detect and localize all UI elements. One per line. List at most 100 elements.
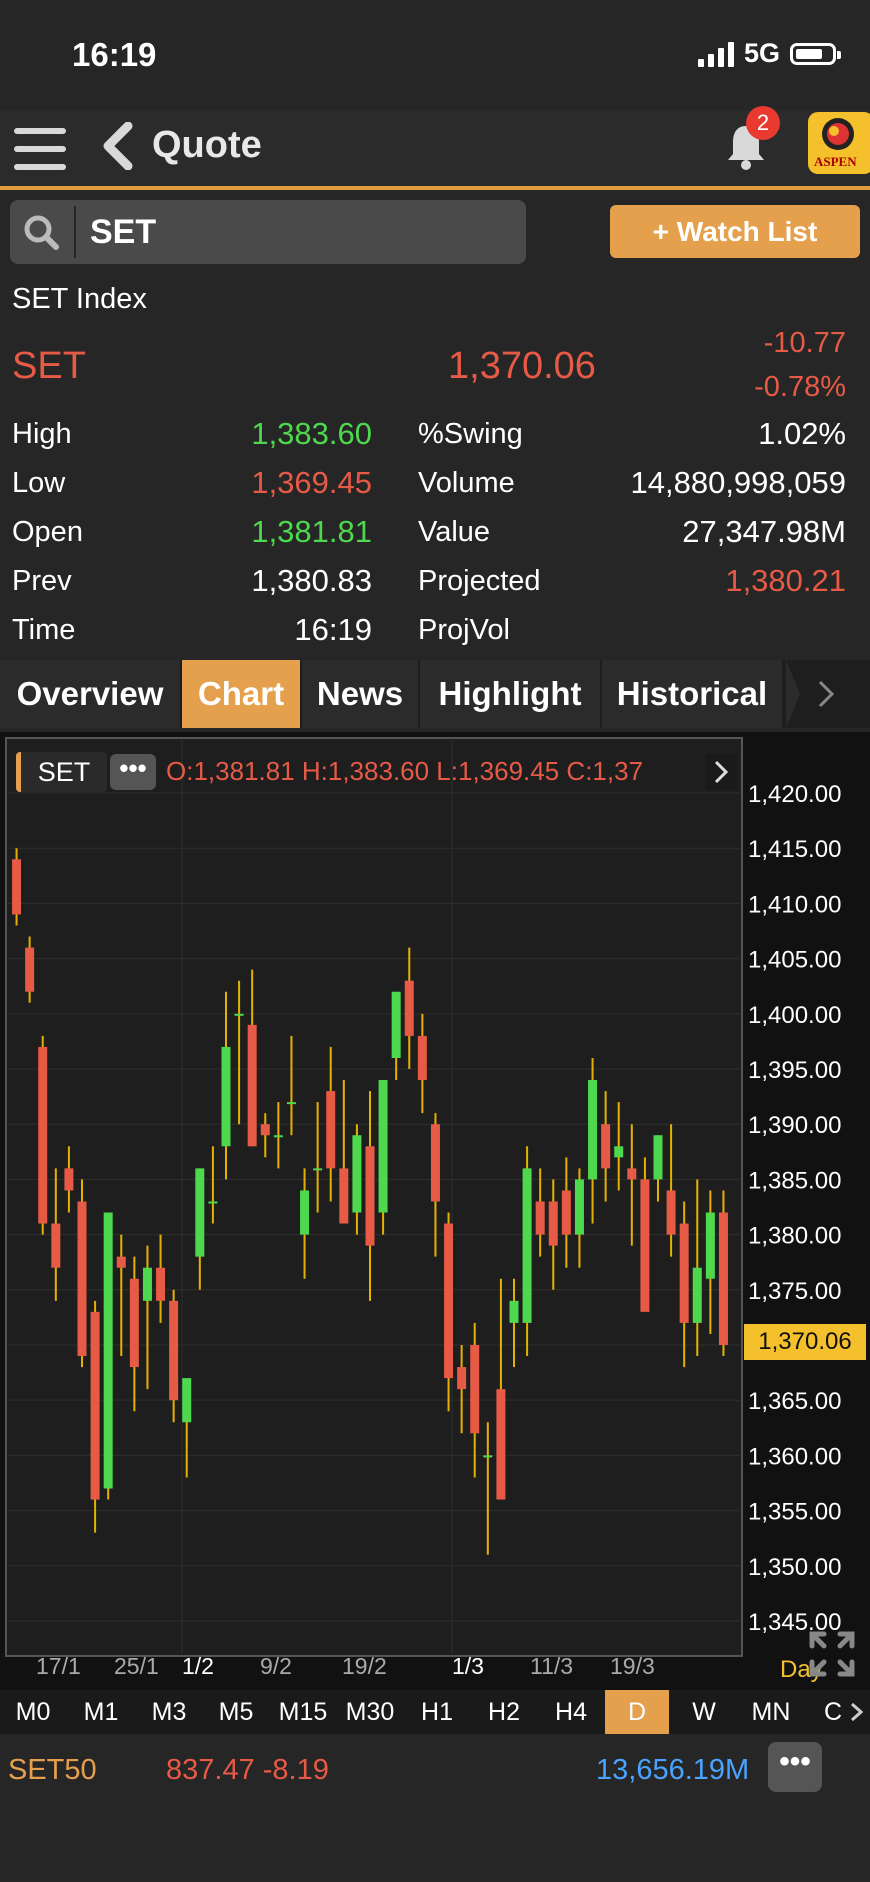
x-tick-label: 11/3 (530, 1653, 573, 1679)
chevron-right-icon[interactable] (786, 660, 870, 728)
candle-body (561, 1190, 571, 1235)
chart-symbol-chip[interactable]: SET (16, 752, 107, 792)
menu-icon[interactable] (14, 128, 66, 170)
candle-body (221, 1046, 231, 1147)
timeframe-m15[interactable]: M15 (270, 1690, 336, 1734)
stat-value-projected: 1,380.21 (725, 563, 846, 598)
ticker-price-change: 837.47 -8.19 (166, 1754, 329, 1786)
stat-value-value: 27,347.98M (682, 514, 846, 549)
timeframe-mn[interactable]: MN (738, 1690, 804, 1734)
stat-value-open: 1,381.81 (251, 514, 372, 549)
add-watchlist-button[interactable]: + Watch List (610, 205, 860, 258)
stat-label-swing: %Swing (418, 418, 523, 450)
ticker-bar: SET50 837.47 -8.19 13,656.19M ••• (0, 1734, 870, 1814)
candle-body (313, 1168, 323, 1171)
chevron-right-icon[interactable] (706, 754, 738, 790)
stat-label-low: Low (12, 467, 66, 499)
status-icons: 5G (697, 38, 841, 69)
candle-body (247, 1024, 257, 1147)
candle-body (666, 1190, 676, 1235)
timeframe-d[interactable]: D (605, 1690, 669, 1734)
ticker-value: 13,656.19M (596, 1754, 750, 1786)
candle-body (457, 1367, 467, 1390)
candle-body (116, 1256, 126, 1268)
tab-news[interactable]: News (302, 660, 418, 728)
candle-body (444, 1223, 454, 1379)
tab-chart[interactable]: Chart (182, 660, 300, 728)
logo-text: ASPEN (814, 154, 857, 169)
candle-body (627, 1168, 637, 1180)
aspen-logo[interactable]: ASPEN (808, 112, 870, 174)
status-bar: 16:19 5G (0, 0, 870, 110)
page-title: Quote (152, 124, 262, 166)
timeframe-m30[interactable]: M30 (337, 1690, 403, 1734)
timeframe-m3[interactable]: M3 (136, 1690, 202, 1734)
timeframe-c[interactable]: C (818, 1690, 848, 1734)
candle-body (705, 1212, 715, 1279)
y-axis-ticks: 1,420.00 1,415.00 1,410.00 1,405.00 1,400.00… (748, 781, 841, 1636)
candle-body (601, 1124, 611, 1169)
candle-body (51, 1223, 61, 1268)
tab-overview[interactable]: Overview (0, 660, 180, 728)
search-value: SET (90, 213, 157, 251)
y-tick-label: 1,405.00 (748, 947, 841, 974)
y-tick-label: 1,360.00 (748, 1443, 841, 1470)
x-tick-label: 19/3 (610, 1653, 655, 1679)
candle-body (692, 1267, 702, 1323)
candle-body (326, 1091, 336, 1169)
candle-body (182, 1378, 192, 1423)
candle-body (496, 1389, 506, 1500)
expand-icon[interactable] (806, 1628, 858, 1680)
timeframe-h2[interactable]: H2 (471, 1690, 537, 1734)
y-tick-label: 1,385.00 (748, 1167, 841, 1194)
candle-body (339, 1168, 349, 1224)
candle-body (129, 1278, 139, 1368)
timeframe-h4[interactable]: H4 (538, 1690, 604, 1734)
timeframe-w[interactable]: W (671, 1690, 737, 1734)
candle-body (522, 1168, 532, 1323)
ticker-name[interactable]: SET50 (8, 1754, 97, 1787)
y-tick-label: 1,380.00 (748, 1223, 841, 1250)
ticker-more-button[interactable]: ••• (768, 1742, 822, 1792)
timeframe-m5[interactable]: M5 (203, 1690, 269, 1734)
timeframe-m1[interactable]: M1 (68, 1690, 134, 1734)
timeframe-m0[interactable]: M0 (0, 1690, 66, 1734)
x-tick-label: 9/2 (260, 1653, 292, 1679)
globe-icon (822, 118, 854, 150)
candle-body (77, 1201, 87, 1357)
search-divider (74, 206, 76, 258)
x-tick-label: 1/3 (452, 1653, 484, 1679)
search-input[interactable]: SET (10, 200, 526, 264)
tab-highlight[interactable]: Highlight (420, 660, 600, 728)
stat-value-swing: 1.02% (758, 416, 846, 451)
candle-body (483, 1455, 493, 1458)
status-time: 16:19 (72, 36, 157, 73)
y-tick-label: 1,365.00 (748, 1388, 841, 1415)
tab-historical[interactable]: Historical (602, 660, 782, 728)
candle-body (535, 1201, 545, 1235)
symbol-label: SET (12, 345, 86, 387)
candle-body (142, 1267, 152, 1301)
x-tick-label: 25/1 (114, 1653, 159, 1679)
candle-body (404, 980, 414, 1036)
chevron-right-icon[interactable] (846, 1700, 868, 1724)
candle-body (614, 1146, 624, 1158)
app-header: Quote 2 ASPEN (0, 106, 870, 190)
x-tick-label: 1/2 (182, 1653, 214, 1679)
timeframe-h1[interactable]: H1 (404, 1690, 470, 1734)
y-tick-label: 1,415.00 (748, 836, 841, 863)
stat-value-high: 1,383.60 (251, 416, 372, 451)
y-tick-label: 1,400.00 (748, 1002, 841, 1029)
candle-body (12, 859, 22, 915)
back-chevron-icon[interactable] (100, 122, 136, 170)
stat-label-volume: Volume (418, 467, 515, 499)
candle-body (417, 1035, 427, 1081)
candle-body (286, 1102, 296, 1105)
candlestick-chart: 1,420.00 1,415.00 1,410.00 1,405.00 1,400.00… (5, 737, 841, 1679)
stat-label-prev: Prev (12, 565, 72, 597)
chart-options-button[interactable]: ••• (110, 754, 156, 790)
index-name: SET Index (12, 283, 147, 315)
price-chart[interactable]: 1,420.00 1,415.00 1,410.00 1,405.00 1,400.00… (0, 732, 870, 1690)
y-tick-label: 1,410.00 (748, 891, 841, 918)
stat-label-projected: Projected (418, 565, 541, 597)
